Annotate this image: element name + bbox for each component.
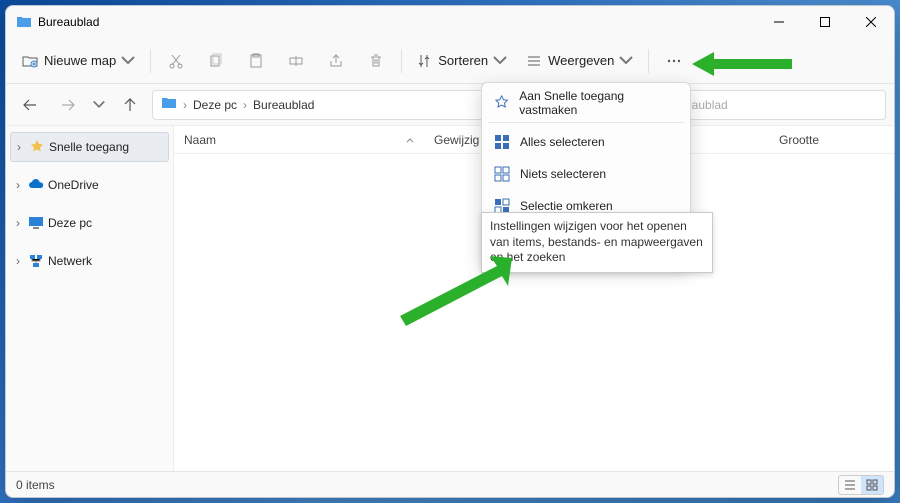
sidebar: › Snelle toegang › OneDrive › Deze pc › … — [6, 126, 174, 471]
chevron-right-icon: › — [243, 98, 247, 112]
recent-dropdown[interactable] — [90, 89, 108, 121]
sort-label: Sorteren — [438, 53, 488, 68]
tooltip: Instellingen wijzigen voor het openen va… — [481, 212, 713, 273]
menu-separator — [488, 122, 684, 123]
menu-label: Aan Snelle toegang vastmaken — [519, 89, 678, 117]
menu-select-all[interactable]: Alles selecteren — [482, 126, 690, 158]
tooltip-text: Instellingen wijzigen voor het openen va… — [490, 219, 703, 264]
column-name[interactable]: Naam — [174, 133, 424, 147]
select-all-icon — [494, 134, 510, 150]
chevron-right-icon: › — [12, 178, 24, 192]
search-placeholder: eaublad — [685, 98, 877, 112]
titlebar: Bureaublad — [6, 6, 894, 38]
menu-pin-quick-access[interactable]: Aan Snelle toegang vastmaken — [482, 87, 690, 119]
menu-label: Alles selecteren — [520, 135, 605, 149]
menu-select-none[interactable]: Niets selecteren — [482, 158, 690, 190]
forward-button[interactable] — [52, 89, 84, 121]
window-controls — [756, 6, 894, 38]
separator — [401, 49, 402, 73]
chevron-down-icon — [492, 53, 508, 69]
item-count: 0 items — [16, 478, 55, 492]
breadcrumb-root[interactable]: Deze pc — [193, 98, 237, 112]
sidebar-network[interactable]: › Netwerk — [6, 246, 173, 276]
chevron-right-icon: › — [13, 140, 25, 154]
details-view-button[interactable] — [839, 476, 861, 494]
cut-button[interactable] — [157, 44, 195, 78]
select-none-icon — [494, 166, 510, 182]
view-label: Weergeven — [548, 53, 614, 68]
chevron-right-icon: › — [12, 216, 24, 230]
folder-icon — [161, 95, 177, 114]
sort-button[interactable]: Sorteren — [408, 44, 516, 78]
chevron-right-icon: › — [12, 254, 24, 268]
maximize-button[interactable] — [802, 6, 848, 38]
network-icon — [28, 253, 44, 269]
chevron-down-icon — [120, 53, 136, 69]
menu-label: Niets selecteren — [520, 167, 606, 181]
status-bar: 0 items — [6, 471, 894, 497]
more-button[interactable] — [655, 44, 693, 78]
rename-button[interactable] — [277, 44, 315, 78]
explorer-window: Bureaublad Nieuwe map Sorteren Weergeven — [5, 5, 895, 498]
monitor-icon — [28, 215, 44, 231]
icons-view-button[interactable] — [861, 476, 883, 494]
menu-label: Selectie omkeren — [520, 199, 613, 213]
search-input[interactable]: eaublad — [676, 90, 886, 120]
sidebar-label: Netwerk — [48, 254, 92, 268]
sidebar-quick-access[interactable]: › Snelle toegang — [10, 132, 169, 162]
nav-row: › Deze pc › Bureaublad eaublad — [6, 84, 894, 126]
new-folder-label: Nieuwe map — [44, 53, 116, 68]
arrow-annotation — [692, 50, 792, 78]
sidebar-label: Deze pc — [48, 216, 92, 230]
sidebar-onedrive[interactable]: › OneDrive — [6, 170, 173, 200]
breadcrumb-current[interactable]: Bureaublad — [253, 98, 314, 112]
minimize-button[interactable] — [756, 6, 802, 38]
chevron-down-icon — [618, 53, 634, 69]
view-toggle — [838, 475, 884, 495]
back-button[interactable] — [14, 89, 46, 121]
separator — [648, 49, 649, 73]
view-button[interactable]: Weergeven — [518, 44, 642, 78]
sidebar-label: OneDrive — [48, 178, 99, 192]
column-size[interactable]: Grootte — [769, 133, 894, 147]
cloud-icon — [28, 177, 44, 193]
sidebar-label: Snelle toegang — [49, 140, 129, 154]
arrow-annotation — [394, 256, 514, 326]
folder-icon — [16, 14, 32, 30]
separator — [150, 49, 151, 73]
sidebar-this-pc[interactable]: › Deze pc — [6, 208, 173, 238]
copy-button[interactable] — [197, 44, 235, 78]
up-button[interactable] — [114, 89, 146, 121]
share-button[interactable] — [317, 44, 355, 78]
new-folder-button[interactable]: Nieuwe map — [14, 44, 144, 78]
chevron-right-icon: › — [183, 98, 187, 112]
paste-button[interactable] — [237, 44, 275, 78]
window-title: Bureaublad — [38, 15, 756, 29]
pin-icon — [494, 95, 509, 111]
close-button[interactable] — [848, 6, 894, 38]
sort-asc-icon — [406, 136, 414, 144]
star-icon — [29, 139, 45, 155]
delete-button[interactable] — [357, 44, 395, 78]
